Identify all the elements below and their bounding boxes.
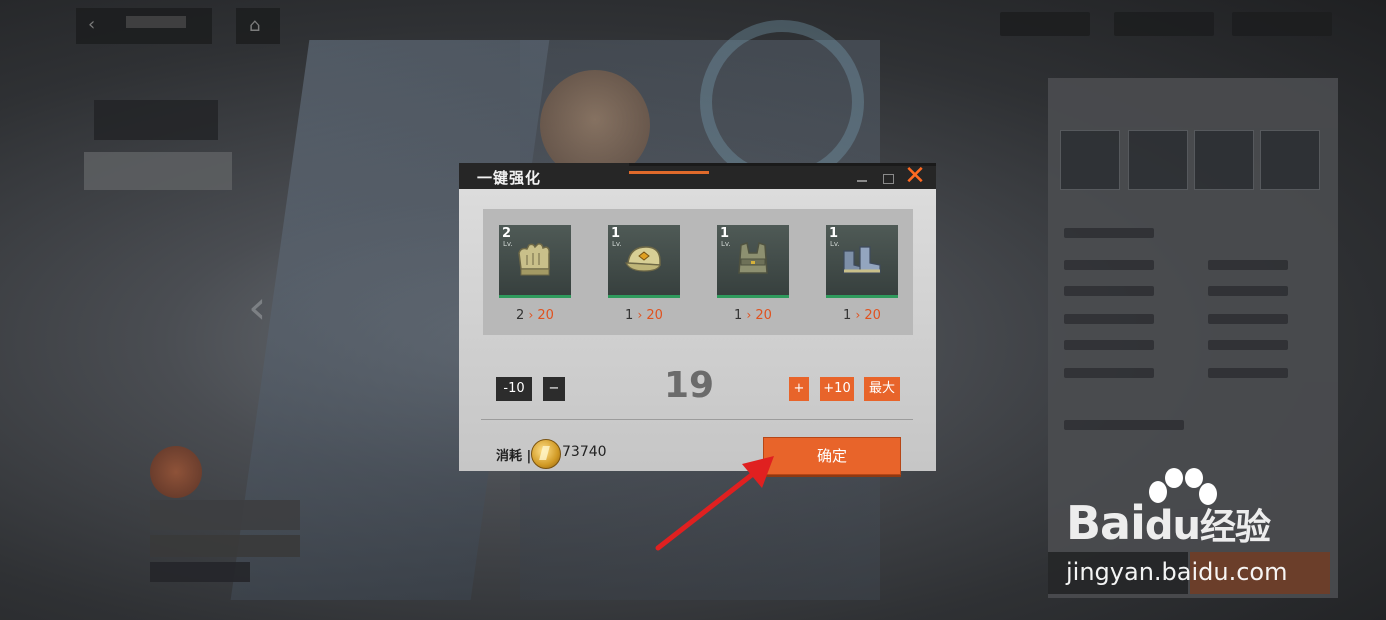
back-arrow-icon: ‹ bbox=[88, 14, 96, 35]
chevron-right-icon: › bbox=[528, 308, 534, 322]
stat-row-blurred bbox=[1064, 340, 1154, 350]
item-level: 2 bbox=[502, 226, 512, 241]
item-level-label: Lv. bbox=[503, 240, 513, 248]
watermark: Baidu经验 jingyan.baidu.com bbox=[1066, 468, 1366, 598]
stat-row-blurred bbox=[1064, 314, 1154, 324]
chevron-right-icon: › bbox=[855, 308, 861, 322]
equipment-item[interactable]: 1 Lv. 1 › 20 bbox=[717, 225, 789, 323]
item-icon-frame: 2 Lv. bbox=[499, 225, 571, 298]
close-button[interactable]: ✕ bbox=[903, 163, 927, 189]
dialog-title: 一键强化 bbox=[477, 169, 542, 187]
item-level-label: Lv. bbox=[830, 240, 840, 248]
stat-row-blurred bbox=[1208, 260, 1288, 270]
item-to-level: 20 bbox=[864, 308, 881, 323]
home-icon: ⌂ bbox=[249, 15, 261, 36]
equipment-item[interactable]: 2 Lv. 2 › 20 bbox=[499, 225, 571, 323]
equipment-slot bbox=[1128, 130, 1188, 190]
watermark-logo-du: du bbox=[1144, 503, 1201, 549]
cost-label: 消耗 | bbox=[496, 449, 532, 464]
one-key-upgrade-dialog: 一键强化 ✕ 2 Lv. 2 › 20 1 Lv. 1 › 20 1 Lv. 1… bbox=[459, 163, 936, 475]
item-from-level: 2 bbox=[516, 308, 525, 323]
chevron-right-icon: › bbox=[746, 308, 752, 322]
item-level-label: Lv. bbox=[721, 240, 731, 248]
equipment-slot bbox=[1060, 130, 1120, 190]
item-to-level: 20 bbox=[755, 308, 772, 323]
resource-coins bbox=[1114, 12, 1214, 36]
minimize-icon bbox=[857, 180, 867, 182]
maximize-icon bbox=[883, 174, 894, 184]
resource-tokens bbox=[1232, 12, 1332, 36]
item-from-level: 1 bbox=[625, 308, 634, 323]
prev-arrow-icon: ‹ bbox=[248, 280, 267, 334]
watermark-url: jingyan.baidu.com bbox=[1066, 558, 1288, 586]
items-panel: 2 Lv. 2 › 20 1 Lv. 1 › 20 1 Lv. 1 › 20 1… bbox=[483, 209, 913, 335]
watermark-logo-text: Bai bbox=[1066, 496, 1146, 550]
equipment-item[interactable]: 1 Lv. 1 › 20 bbox=[608, 225, 680, 323]
coin-icon bbox=[531, 439, 561, 469]
stat-row-blurred bbox=[1208, 314, 1288, 324]
upgrade-count: 19 bbox=[663, 365, 715, 406]
plus-button[interactable]: + bbox=[789, 377, 809, 401]
item-from-level: 1 bbox=[843, 308, 852, 323]
item-from-level: 1 bbox=[734, 308, 743, 323]
equipment-slot bbox=[1194, 130, 1254, 190]
back-label-blurred bbox=[126, 16, 186, 28]
watermark-logo: Baidu经验 bbox=[1066, 496, 1271, 550]
equipment-item[interactable]: 1 Lv. 1 › 20 bbox=[826, 225, 898, 323]
item-icon-frame: 1 Lv. bbox=[826, 225, 898, 298]
cost-value: 73740 bbox=[562, 444, 607, 460]
item-icon-frame: 1 Lv. bbox=[608, 225, 680, 298]
watermark-logo-suffix: 经验 bbox=[1199, 507, 1271, 548]
divider bbox=[481, 419, 913, 420]
boots-icon bbox=[843, 246, 881, 274]
item-level-label: Lv. bbox=[612, 240, 622, 248]
item-to-level: 20 bbox=[537, 308, 554, 323]
character-tag-blurred bbox=[150, 562, 250, 582]
resource-gems bbox=[1000, 12, 1090, 36]
left-tab bbox=[84, 152, 232, 190]
stat-row-blurred bbox=[1208, 286, 1288, 296]
background-art bbox=[700, 20, 864, 184]
header-accent bbox=[629, 171, 709, 174]
chevron-right-icon: › bbox=[637, 308, 643, 322]
stat-row-blurred bbox=[1064, 420, 1184, 430]
vest-icon bbox=[738, 242, 768, 274]
minus-button[interactable]: − bbox=[543, 377, 565, 401]
stat-row-blurred bbox=[1208, 340, 1288, 350]
item-icon-frame: 1 Lv. bbox=[717, 225, 789, 298]
left-tab bbox=[94, 100, 218, 140]
gloves-icon bbox=[518, 243, 550, 276]
dialog-body: 2 Lv. 2 › 20 1 Lv. 1 › 20 1 Lv. 1 › 20 1… bbox=[459, 189, 936, 475]
item-level: 1 bbox=[611, 226, 621, 241]
equipment-slot bbox=[1260, 130, 1320, 190]
item-upgrade-range: 1 › 20 bbox=[717, 308, 789, 323]
max-button[interactable]: 最大 bbox=[864, 377, 900, 401]
stat-row-blurred bbox=[1064, 260, 1154, 270]
stat-row-blurred bbox=[1208, 368, 1288, 378]
stat-row-blurred bbox=[1064, 228, 1154, 238]
minus-10-button[interactable]: -10 bbox=[496, 377, 532, 401]
faction-badge bbox=[150, 446, 202, 498]
item-level: 1 bbox=[829, 226, 839, 241]
annotation-arrow-icon bbox=[655, 456, 774, 551]
item-upgrade-range: 1 › 20 bbox=[826, 308, 898, 323]
character-name-blurred bbox=[150, 500, 300, 530]
dialog-header: 一键强化 ✕ bbox=[459, 163, 936, 189]
item-to-level: 20 bbox=[646, 308, 663, 323]
stat-row-blurred bbox=[1064, 368, 1154, 378]
cap-icon bbox=[624, 246, 661, 272]
stat-row-blurred bbox=[1064, 286, 1154, 296]
item-upgrade-range: 1 › 20 bbox=[608, 308, 680, 323]
item-level: 1 bbox=[720, 226, 730, 241]
plus-10-button[interactable]: +10 bbox=[820, 377, 854, 401]
character-tag-blurred bbox=[150, 535, 300, 557]
item-upgrade-range: 2 › 20 bbox=[499, 308, 571, 323]
